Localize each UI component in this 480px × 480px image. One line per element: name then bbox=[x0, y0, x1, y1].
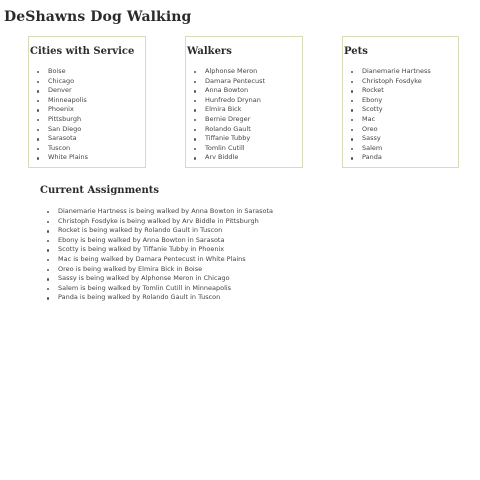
city-item: Denver bbox=[36, 86, 88, 96]
walker-item[interactable]: Tiffanie Tubby bbox=[193, 134, 265, 144]
assignment-item: Mac is being walked by Damara Pentecust … bbox=[46, 255, 273, 265]
pets-heading: Pets bbox=[344, 46, 368, 57]
pet-item[interactable]: Dianemarie Hartness bbox=[350, 67, 431, 77]
walker-item[interactable]: Hunfredo Drynan bbox=[193, 96, 265, 106]
pet-item[interactable]: Sassy bbox=[350, 134, 431, 144]
assignment-item: Panda is being walked by Rolando Gault i… bbox=[46, 293, 273, 303]
city-item: Phoenix bbox=[36, 105, 88, 115]
walker-item[interactable]: Damara Pentecust bbox=[193, 77, 265, 87]
pet-item[interactable]: Christoph Fosdyke bbox=[350, 77, 431, 87]
walker-item[interactable]: Alphonse Meron bbox=[193, 67, 265, 77]
city-item: Boise bbox=[36, 67, 88, 77]
pet-item[interactable]: Ebony bbox=[350, 96, 431, 106]
assignment-item: Oreo is being walked by Elmira Bick in B… bbox=[46, 265, 273, 275]
walkers-heading: Walkers bbox=[187, 46, 232, 57]
page-title: DeShawns Dog Walking bbox=[4, 9, 192, 25]
cities-card: Cities with Service Boise Chicago Denver Mi… bbox=[28, 36, 146, 168]
pet-item[interactable]: Mac bbox=[350, 115, 431, 125]
pets-list[interactable]: Dianemarie Hartness Christoph Fosdyke Rock… bbox=[350, 67, 431, 163]
walker-item[interactable]: Bernie Dreger bbox=[193, 115, 265, 125]
pets-card: Pets Dianemarie Hartness Christoph Fosdyk… bbox=[342, 36, 459, 168]
cities-heading: Cities with Service bbox=[30, 46, 135, 57]
city-item: Tuscon bbox=[36, 144, 88, 154]
walker-item[interactable]: Rolando Gault bbox=[193, 125, 265, 135]
pet-item[interactable]: Oreo bbox=[350, 125, 431, 135]
city-item: Sarasota bbox=[36, 134, 88, 144]
assignments-heading: Current Assignments bbox=[40, 185, 160, 196]
assignment-item: Dianemarie Hartness is being walked by A… bbox=[46, 207, 273, 217]
cities-list: Boise Chicago Denver Minneapolis Phoenix Pitt… bbox=[36, 67, 88, 163]
city-item: Minneapolis bbox=[36, 96, 88, 106]
walkers-list[interactable]: Alphonse Meron Damara Pentecust Anna Bowto… bbox=[193, 67, 265, 163]
assignment-item: Christoph Fosdyke is being walked by Arv… bbox=[46, 217, 273, 227]
walker-item[interactable]: Arv Biddle bbox=[193, 153, 265, 163]
assignment-item: Salem is being walked by Tomlin Cutill i… bbox=[46, 284, 273, 294]
assignment-item: Scotty is being walked by Tiffanie Tubby… bbox=[46, 245, 273, 255]
assignment-item: Rocket is being walked by Rolando Gault … bbox=[46, 226, 273, 236]
walkers-card: Walkers Alphonse Meron Damara Pentecust An… bbox=[185, 36, 303, 168]
city-item: Pittsburgh bbox=[36, 115, 88, 125]
assignments-list: Dianemarie Hartness is being walked by A… bbox=[46, 207, 273, 303]
pet-item[interactable]: Salem bbox=[350, 144, 431, 154]
pet-item[interactable]: Panda bbox=[350, 153, 431, 163]
assignment-item: Sassy is being walked by Alphonse Meron … bbox=[46, 274, 273, 284]
pet-item[interactable]: Scotty bbox=[350, 105, 431, 115]
walker-item[interactable]: Elmira Bick bbox=[193, 105, 265, 115]
assignment-item: Ebony is being walked by Anna Bowton in … bbox=[46, 236, 273, 246]
city-item: San Diego bbox=[36, 125, 88, 135]
city-item: White Plains bbox=[36, 153, 88, 163]
city-item: Chicago bbox=[36, 77, 88, 87]
walker-item[interactable]: Anna Bowton bbox=[193, 86, 265, 96]
pet-item[interactable]: Rocket bbox=[350, 86, 431, 96]
walker-item[interactable]: Tomlin Cutill bbox=[193, 144, 265, 154]
